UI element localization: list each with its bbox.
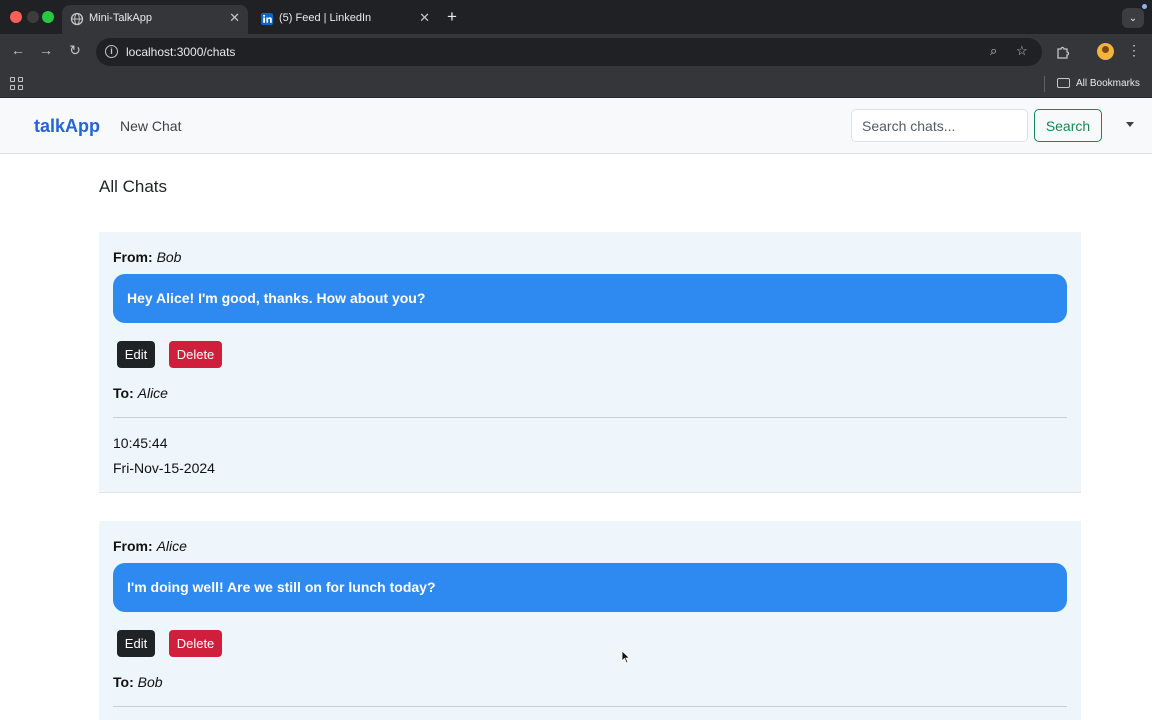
browser-toolbar: ← → ↻ i localhost:3000/chats ⌕ ☆ ⋮: [0, 34, 1152, 70]
notification-dot: [1142, 4, 1147, 9]
browser-tab-bar: Mini-TalkApp ✕ (5) Feed | LinkedIn ✕ + ⌄: [0, 0, 1152, 34]
chat-card: From: Bob Hey Alice! I'm good, thanks. H…: [99, 232, 1081, 493]
chat-time: 10:45:44: [113, 435, 168, 451]
bookmark-star-icon[interactable]: ☆: [1016, 43, 1028, 59]
browser-tab-mini-talkapp[interactable]: Mini-TalkApp ✕: [62, 5, 248, 34]
profile-avatar[interactable]: [1097, 43, 1114, 60]
chat-to: To: Bob: [113, 674, 163, 690]
bookmarks-divider: [1044, 76, 1045, 92]
sender-name: Alice: [156, 538, 187, 554]
from-label: From:: [113, 538, 153, 554]
browser-menu-icon[interactable]: ⋮: [1124, 42, 1144, 59]
recipient-name: Bob: [137, 674, 163, 690]
divider: [113, 417, 1067, 418]
edit-button[interactable]: Edit: [117, 341, 155, 368]
delete-button[interactable]: Delete: [169, 630, 222, 657]
new-tab-icon[interactable]: +: [447, 7, 457, 27]
chevron-down-icon[interactable]: [1126, 122, 1134, 127]
site-info-icon[interactable]: i: [105, 45, 118, 58]
recipient-name: Alice: [137, 385, 168, 401]
close-tab-icon[interactable]: ✕: [229, 10, 240, 26]
delete-button[interactable]: Delete: [169, 341, 222, 368]
chat-to: To: Alice: [113, 385, 168, 401]
address-bar[interactable]: i localhost:3000/chats ⌕ ☆: [96, 38, 1042, 66]
message-bubble: Hey Alice! I'm good, thanks. How about y…: [113, 274, 1067, 323]
app-navbar: talkApp New Chat Search: [0, 98, 1152, 154]
chat-card: From: Alice I'm doing well! Are we still…: [99, 521, 1081, 720]
from-label: From:: [113, 249, 153, 265]
brand-logo-link[interactable]: talkApp: [34, 116, 100, 137]
page-title: All Chats: [99, 177, 168, 196]
message-bubble: I'm doing well! Are we still on for lunc…: [113, 563, 1067, 612]
to-label: To:: [113, 674, 134, 690]
forward-arrow-icon[interactable]: →: [36, 42, 56, 58]
bookmarks-bar: All Bookmarks: [0, 70, 1152, 98]
to-label: To:: [113, 385, 134, 401]
all-bookmarks-link[interactable]: All Bookmarks: [1076, 78, 1140, 89]
reload-icon[interactable]: ↻: [65, 42, 85, 59]
tab-search-chevron-down-icon[interactable]: ⌄: [1122, 8, 1144, 28]
chat-from: From: Alice: [113, 538, 187, 554]
search-input[interactable]: [851, 109, 1028, 142]
back-arrow-icon[interactable]: ←: [8, 42, 28, 58]
tab-title: (5) Feed | LinkedIn: [279, 12, 372, 24]
url-text[interactable]: localhost:3000/chats: [126, 45, 235, 59]
divider: [113, 706, 1067, 707]
globe-icon: [70, 12, 84, 26]
window-maximize-button[interactable]: [42, 11, 54, 23]
extensions-puzzle-icon[interactable]: [1055, 44, 1071, 60]
edit-button[interactable]: Edit: [117, 630, 155, 657]
folder-icon: [1057, 78, 1070, 88]
chat-date: Fri-Nov-15-2024: [113, 460, 215, 476]
window-minimize-button[interactable]: [27, 11, 39, 23]
close-tab-icon[interactable]: ✕: [419, 10, 430, 26]
new-chat-link[interactable]: New Chat: [120, 118, 181, 134]
window-close-button[interactable]: [10, 11, 22, 23]
zoom-icon[interactable]: ⌕: [990, 43, 997, 59]
apps-grid-icon[interactable]: [10, 77, 23, 90]
chat-from: From: Bob: [113, 249, 181, 265]
mouse-cursor-icon: [621, 650, 631, 664]
tab-title: Mini-TalkApp: [89, 12, 152, 24]
browser-tab-linkedin[interactable]: (5) Feed | LinkedIn ✕: [252, 5, 438, 34]
search-button[interactable]: Search: [1034, 109, 1102, 142]
sender-name: Bob: [156, 249, 182, 265]
linkedin-icon: [261, 13, 273, 25]
